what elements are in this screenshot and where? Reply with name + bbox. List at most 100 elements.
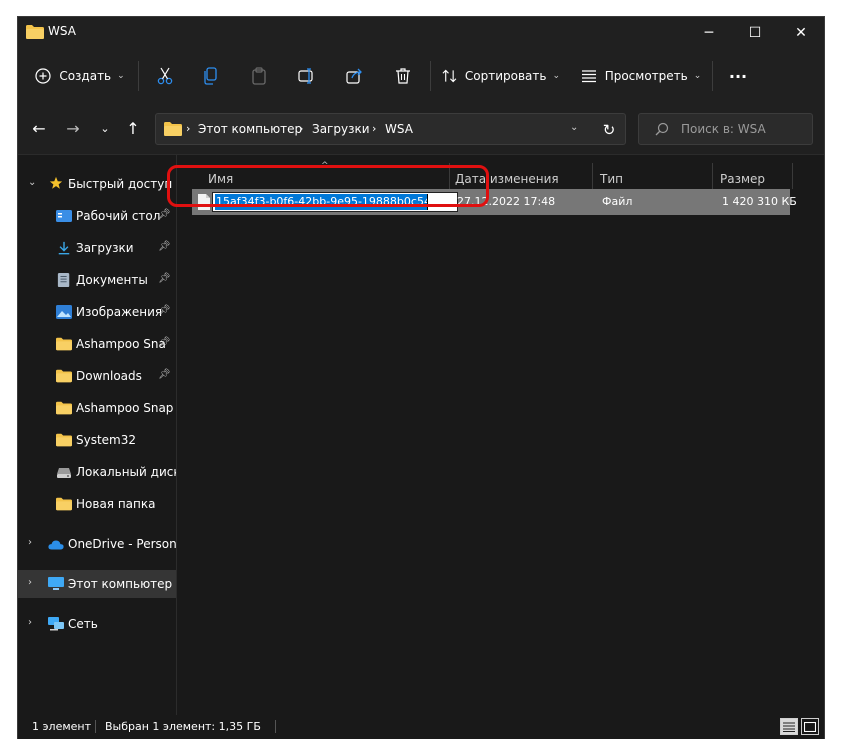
pin-icon: 📌︎ xyxy=(158,369,171,380)
pin-icon: 📌︎ xyxy=(158,305,171,316)
paste-icon xyxy=(252,67,266,85)
delete-icon xyxy=(396,68,410,84)
nav-label: OneDrive - Personal xyxy=(68,537,176,551)
sidebar-item-label: Изображения xyxy=(76,305,163,319)
pin-icon: 📌︎ xyxy=(158,337,171,348)
status-divider xyxy=(95,720,96,733)
nav-label: Этот компьютер xyxy=(68,577,173,591)
up-button[interactable]: ↑ xyxy=(122,117,144,139)
sidebar-item-label: Ashampoo Snap 9 xyxy=(76,401,176,415)
sidebar-item-folder[interactable]: Новая папка xyxy=(18,490,176,518)
file-list: ^ Имя Дата изменения Тип Размер 15af34f3… xyxy=(178,155,824,715)
nav-this-pc[interactable]: › Этот компьютер xyxy=(18,570,176,598)
copy-button[interactable] xyxy=(196,59,226,93)
chevron-down-icon[interactable]: ⌄ xyxy=(28,177,36,188)
refresh-button[interactable]: ↻ xyxy=(595,117,623,143)
nav-label: Сеть xyxy=(68,617,98,631)
tiles-view-button[interactable] xyxy=(801,718,819,735)
divider xyxy=(712,61,713,91)
breadcrumb-this-pc[interactable]: Этот компьютер xyxy=(198,122,302,136)
folder-icon xyxy=(56,369,72,383)
forward-button[interactable]: → xyxy=(62,117,84,139)
recent-locations-button[interactable]: ⌄ xyxy=(94,117,116,139)
folder-icon xyxy=(56,337,72,351)
pane-divider[interactable] xyxy=(176,155,177,715)
command-bar: Создать ⌄ Сортировать ⌄ Просмотреть ⌄ ··… xyxy=(18,49,824,103)
minimize-button[interactable]: ─ xyxy=(686,17,732,49)
back-button[interactable]: ← xyxy=(28,117,50,139)
sidebar-item-pictures[interactable]: Изображения 📌︎ xyxy=(18,298,176,326)
status-bar: 1 элемент Выбран 1 элемент: 1,35 ГБ xyxy=(18,715,824,739)
window-title: WSA xyxy=(48,24,76,38)
sidebar-item-folder[interactable]: System32 xyxy=(18,426,176,454)
address-bar[interactable]: › Этот компьютер › Загрузки › WSA ⌄ xyxy=(155,113,626,145)
more-options-button[interactable]: ··· xyxy=(722,59,754,93)
cut-button[interactable] xyxy=(150,59,180,93)
breadcrumb-wsa[interactable]: WSA xyxy=(385,122,413,136)
delete-button[interactable] xyxy=(388,59,418,93)
share-button[interactable] xyxy=(340,59,370,93)
star-icon xyxy=(49,176,63,189)
nav-network[interactable]: › Сеть xyxy=(18,610,176,638)
arrow-up-icon: ↑ xyxy=(126,118,140,138)
cut-icon xyxy=(157,67,173,85)
file-size: 1 420 310 КБ xyxy=(722,195,797,208)
column-header-size[interactable]: Размер xyxy=(713,163,793,189)
chevron-down-icon: ⌄ xyxy=(693,71,702,81)
chevron-down-icon: ⌄ xyxy=(100,121,110,135)
close-button[interactable]: ✕ xyxy=(778,17,824,49)
sidebar-item-label: Загрузки xyxy=(76,241,134,255)
new-button[interactable]: Создать ⌄ xyxy=(32,59,128,93)
sidebar-item-folder[interactable]: Ashampoo Sna 📌︎ xyxy=(18,330,176,358)
network-icon xyxy=(48,617,64,631)
search-placeholder: Поиск в: WSA xyxy=(681,122,766,136)
folder-icon xyxy=(26,25,44,39)
file-explorer-window: WSA ─ ☐ ✕ Создать ⌄ Сортировать ⌄ Просмо… xyxy=(17,16,825,739)
sidebar-item-downloads[interactable]: Загрузки 📌︎ xyxy=(18,234,176,262)
chevron-right-icon[interactable]: › xyxy=(28,577,32,588)
sidebar-item-folder[interactable]: Ashampoo Snap 9 xyxy=(18,394,176,422)
column-header-type[interactable]: Тип xyxy=(593,163,713,189)
address-row: ← → ⌄ ↑ › Этот компьютер › Загрузки › WS… xyxy=(18,103,824,155)
item-count: 1 элемент xyxy=(32,720,91,733)
details-view-button[interactable] xyxy=(780,718,798,735)
sort-label: Сортировать xyxy=(464,69,547,83)
nav-onedrive[interactable]: › OneDrive - Personal xyxy=(18,530,176,558)
breadcrumb-downloads[interactable]: Загрузки xyxy=(312,122,370,136)
sidebar-item-folder[interactable]: Downloads 📌︎ xyxy=(18,362,176,390)
share-icon xyxy=(346,68,362,84)
nav-quick-access[interactable]: ⌄ Быстрый доступ xyxy=(18,170,176,198)
search-icon xyxy=(655,122,669,136)
file-type: Файл xyxy=(602,195,633,208)
sidebar-item-label: Локальный диск ( xyxy=(76,465,176,479)
folder-icon xyxy=(56,401,72,415)
chevron-right-icon[interactable]: › xyxy=(28,537,32,548)
sidebar-item-local-disk[interactable]: Локальный диск ( xyxy=(18,458,176,486)
view-label: Просмотреть xyxy=(604,69,688,83)
sidebar-item-label: Downloads xyxy=(76,369,142,383)
paste-button[interactable] xyxy=(244,59,274,93)
divider xyxy=(430,61,431,91)
column-header-label: Тип xyxy=(600,172,623,186)
view-button[interactable]: Просмотреть ⌄ xyxy=(580,59,702,93)
chevron-right-icon[interactable]: › xyxy=(28,617,32,628)
column-header-label: Размер xyxy=(720,172,766,186)
sidebar-item-desktop[interactable]: Рабочий стол 📌︎ xyxy=(18,202,176,230)
chevron-down-icon[interactable]: ⌄ xyxy=(570,122,578,133)
sidebar-item-label: Новая папка xyxy=(76,497,156,511)
divider xyxy=(138,61,139,91)
folder-icon xyxy=(56,497,72,511)
breadcrumb-separator: › xyxy=(372,122,377,135)
folder-icon xyxy=(56,433,72,447)
search-input[interactable]: Поиск в: WSA xyxy=(638,113,813,145)
breadcrumb-separator: › xyxy=(186,122,191,135)
sidebar-item-documents[interactable]: Документы 📌︎ xyxy=(18,266,176,294)
download-icon xyxy=(58,241,70,255)
column-divider[interactable] xyxy=(792,163,793,189)
arrow-right-icon: → xyxy=(66,118,80,138)
rename-button[interactable] xyxy=(292,59,322,93)
rename-icon xyxy=(298,68,313,84)
maximize-button[interactable]: ☐ xyxy=(732,17,778,49)
sort-button[interactable]: Сортировать ⌄ xyxy=(442,59,560,93)
more-icon: ··· xyxy=(728,66,748,86)
